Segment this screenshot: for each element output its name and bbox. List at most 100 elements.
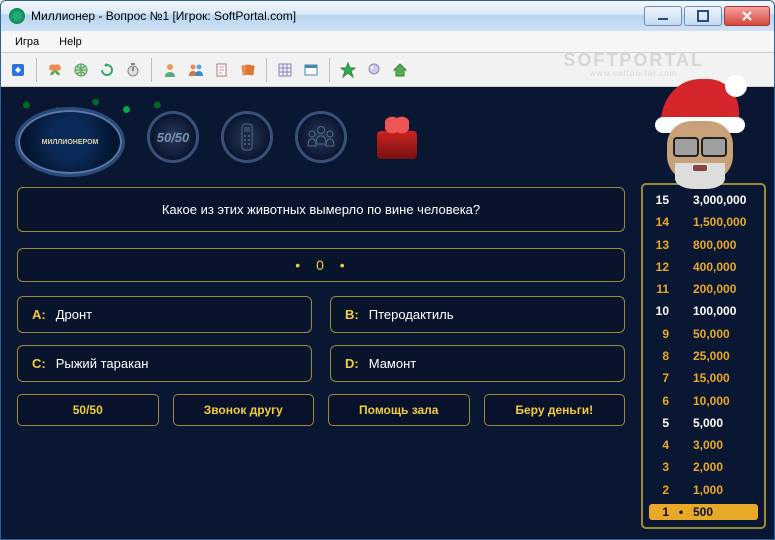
rung-number: 2 [651, 483, 669, 497]
game-main: МИЛЛИОНЕРОМ 50/50 Какое из этих животных… [9, 93, 633, 529]
top-row: МИЛЛИОНЕРОМ 50/50 [9, 93, 633, 181]
answers-grid: A: Дронт B: Птеродактиль C: Рыжий тарака… [9, 292, 633, 394]
rung-number: 1 [651, 505, 669, 519]
answer-letter: B: [345, 307, 359, 322]
tb-star-icon[interactable] [337, 59, 359, 81]
rung-amount: 800,000 [693, 238, 756, 252]
action-walk-button[interactable]: Беру деньги! [484, 394, 626, 426]
menu-game[interactable]: Игра [7, 34, 47, 50]
ladder-rung: 9 50,000 [649, 326, 758, 342]
minimize-button[interactable] [644, 6, 682, 26]
rung-amount: 10,000 [693, 394, 756, 408]
menu-help[interactable]: Help [51, 34, 90, 50]
rung-amount: 15,000 [693, 371, 756, 385]
ladder-rung: 1 • 500 [649, 504, 758, 520]
answer-b[interactable]: B: Птеродактиль [330, 296, 625, 333]
rung-number: 8 [651, 349, 669, 363]
tb-butterfly-icon[interactable] [44, 59, 66, 81]
rung-amount: 500 [693, 505, 756, 519]
menubar: Игра Help [1, 31, 774, 53]
answer-letter: D: [345, 356, 359, 371]
ladder-rung: 3 2,000 [649, 459, 758, 475]
rung-number: 5 [651, 416, 669, 430]
tb-cards-icon[interactable] [237, 59, 259, 81]
glasses-icon [673, 137, 727, 153]
game-sidebar: 153,000,000141,500,00013800,00012400,000… [641, 93, 766, 529]
rung-amount: 1,500,000 [693, 215, 756, 229]
tb-timer-icon[interactable] [122, 59, 144, 81]
host-avatar [641, 87, 759, 183]
rung-amount: 3,000,000 [693, 193, 756, 207]
tb-grid-icon[interactable] [274, 59, 296, 81]
answer-a[interactable]: A: Дронт [17, 296, 312, 333]
fifty-fifty-label: 50/50 [157, 130, 190, 145]
action-audience-button[interactable]: Помощь зала [328, 394, 470, 426]
rung-amount: 5,000 [693, 416, 756, 430]
window-controls [644, 6, 770, 26]
ladder-rung: 153,000,000 [649, 192, 758, 208]
tb-edit-icon[interactable] [211, 59, 233, 81]
rung-number: 12 [651, 260, 669, 274]
question-text: Какое из этих животных вымерло по вине ч… [162, 202, 480, 217]
ladder-rung: 10 100,000 [649, 303, 758, 319]
logo-text: МИЛЛИОНЕРОМ [42, 139, 99, 146]
logo-ring: МИЛЛИОНЕРОМ [15, 107, 125, 177]
ladder-rung: 5 5,000 [649, 415, 758, 431]
tb-home-icon[interactable] [389, 59, 411, 81]
answer-text: Дронт [56, 307, 92, 322]
ladder-rung: 11 200,000 [649, 281, 758, 297]
rung-number: 4 [651, 438, 669, 452]
tb-globe-icon[interactable] [70, 59, 92, 81]
rung-number: 14 [651, 215, 669, 229]
window-title: Миллионер - Вопрос №1 [Игрок: SoftPortal… [31, 9, 644, 23]
rung-number: 10 [651, 304, 669, 318]
rung-dot: • [677, 505, 685, 519]
rung-amount: 50,000 [693, 327, 756, 341]
ladder-rung: 12400,000 [649, 259, 758, 275]
rung-amount: 2,000 [693, 460, 756, 474]
action-phone-button[interactable]: Звонок другу [173, 394, 315, 426]
game-logo: МИЛЛИОНЕРОМ [15, 97, 125, 177]
rung-number: 11 [651, 282, 669, 296]
tb-user-icon[interactable] [159, 59, 181, 81]
ladder-rung: 610,000 [649, 393, 758, 409]
answer-c[interactable]: C: Рыжий таракан [17, 345, 312, 382]
rung-number: 9 [651, 327, 669, 341]
app-window: Миллионер - Вопрос №1 [Игрок: SoftPortal… [0, 0, 775, 540]
lifeline-audience-icon[interactable] [295, 111, 347, 163]
ladder-rung: 21,000 [649, 482, 758, 498]
answer-text: Рыжий таракан [56, 356, 149, 371]
watermark-sub: www.softportal.com [563, 67, 704, 81]
titlebar: Миллионер - Вопрос №1 [Игрок: SoftPortal… [1, 1, 774, 31]
tb-refresh-icon[interactable] [96, 59, 118, 81]
answer-letter: A: [32, 307, 46, 322]
toolbar-separator [266, 58, 267, 82]
lifeline-phone-icon[interactable] [221, 111, 273, 163]
answer-text: Птеродактиль [369, 307, 454, 322]
tb-users-icon[interactable] [185, 59, 207, 81]
score-pane: • 0 • [17, 248, 625, 282]
rung-amount: 200,000 [693, 282, 756, 296]
ladder-rung: 825,000 [649, 348, 758, 364]
maximize-button[interactable] [684, 6, 722, 26]
toolbar-separator [151, 58, 152, 82]
rung-amount: 100,000 [693, 304, 756, 318]
ladder-rung: 14 1,500,000 [649, 214, 758, 230]
host-face [667, 121, 733, 183]
game-area: МИЛЛИОНЕРОМ 50/50 Какое из этих животных… [1, 87, 774, 539]
close-button[interactable] [724, 6, 770, 26]
tb-bubble-icon[interactable] [363, 59, 385, 81]
question-pane: Какое из этих животных вымерло по вине ч… [17, 187, 625, 232]
rung-number: 3 [651, 460, 669, 474]
watermark-main: SOFTPORTAL [563, 50, 704, 70]
rung-number: 13 [651, 238, 669, 252]
action-fifty-button[interactable]: 50/50 [17, 394, 159, 426]
ladder-rung: 7 15,000 [649, 370, 758, 386]
tb-window-icon[interactable] [300, 59, 322, 81]
rung-number: 7 [651, 371, 669, 385]
prize-ladder: 153,000,000141,500,00013800,00012400,000… [641, 183, 766, 529]
tb-new-game[interactable] [7, 59, 29, 81]
answer-d[interactable]: D: Мамонт [330, 345, 625, 382]
ladder-rung: 43,000 [649, 437, 758, 453]
watermark: SOFTPORTAL www.softportal.com [563, 53, 704, 81]
